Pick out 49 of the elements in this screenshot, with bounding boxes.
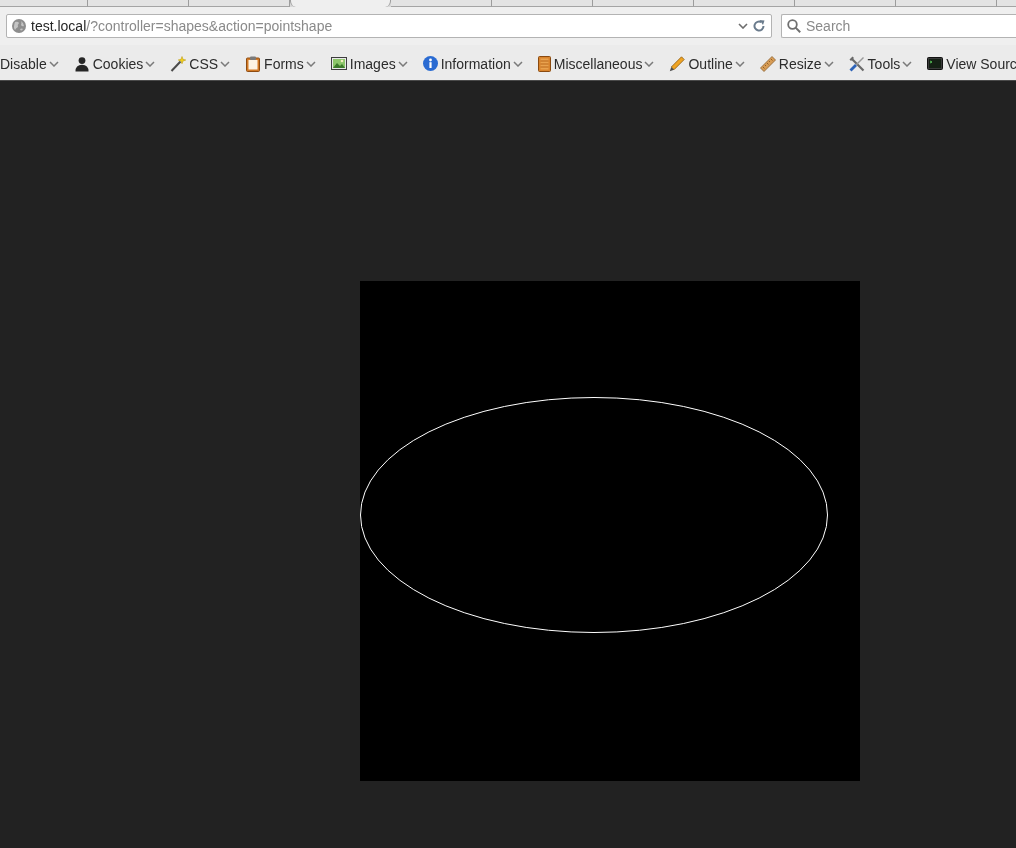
clipboard-icon [245, 55, 262, 72]
toolbar-menu-button[interactable]: Information [422, 55, 523, 72]
toolbar-menu-button[interactable]: Forms [245, 55, 316, 72]
browser-tab[interactable] [492, 0, 593, 7]
chevron-down-icon [823, 60, 834, 67]
search-field[interactable]: Search [781, 14, 1016, 38]
toolbar-menu-button[interactable]: Outline [669, 55, 745, 72]
chevron-down-icon [512, 60, 523, 67]
chevron-down-icon [397, 60, 408, 67]
chevron-down-icon [305, 60, 316, 67]
info-icon [422, 56, 438, 71]
picture-icon [330, 57, 347, 70]
terminal-icon [927, 57, 944, 70]
browser-tab[interactable] [593, 0, 694, 7]
chevron-down-icon [644, 60, 655, 67]
browser-tab[interactable] [997, 0, 1016, 7]
notebook-icon [537, 55, 551, 72]
globe-icon [12, 19, 26, 33]
reload-icon[interactable] [753, 20, 765, 32]
toolbar-menu-button[interactable]: Miscellaneous [537, 55, 655, 72]
chevron-down-icon [734, 60, 745, 67]
browser-tab[interactable] [189, 0, 290, 7]
chevron-down-icon[interactable] [738, 23, 748, 29]
tools-icon [848, 55, 865, 72]
toolbar-menu-button[interactable]: View Sourc [927, 55, 1016, 72]
browser-tab[interactable] [694, 0, 795, 7]
ruler-icon [759, 55, 776, 72]
browser-tab[interactable] [896, 0, 997, 7]
toolbar-menu-button[interactable]: Tools [848, 55, 913, 72]
chevron-down-icon [145, 60, 156, 67]
chevron-down-icon [220, 60, 231, 67]
url-text: test.local/?controller=shapes&action=pointshape [31, 18, 333, 34]
address-field[interactable]: test.local/?controller=shapes&action=pointshape [6, 14, 772, 38]
browser-tab[interactable] [88, 0, 189, 7]
chevron-down-icon [48, 60, 59, 67]
pencil-icon [669, 55, 686, 72]
chevron-down-icon [902, 60, 913, 67]
toolbar-menu-button[interactable]: Images [330, 55, 408, 72]
wand-icon [170, 55, 187, 72]
browser-tab[interactable] [795, 0, 896, 7]
toolbar-menu-button[interactable]: Resize [759, 55, 834, 72]
toolbar-menu-button[interactable]: Disable [0, 55, 59, 72]
browser-tab[interactable] [391, 0, 492, 7]
browser-tab[interactable] [0, 0, 88, 7]
person-icon [73, 55, 90, 72]
search-icon [787, 19, 801, 33]
toolbar-menu-button[interactable]: CSS [170, 55, 231, 72]
browser-tab[interactable] [290, 0, 391, 7]
toolbar-menu-button[interactable]: Cookies [73, 55, 156, 72]
